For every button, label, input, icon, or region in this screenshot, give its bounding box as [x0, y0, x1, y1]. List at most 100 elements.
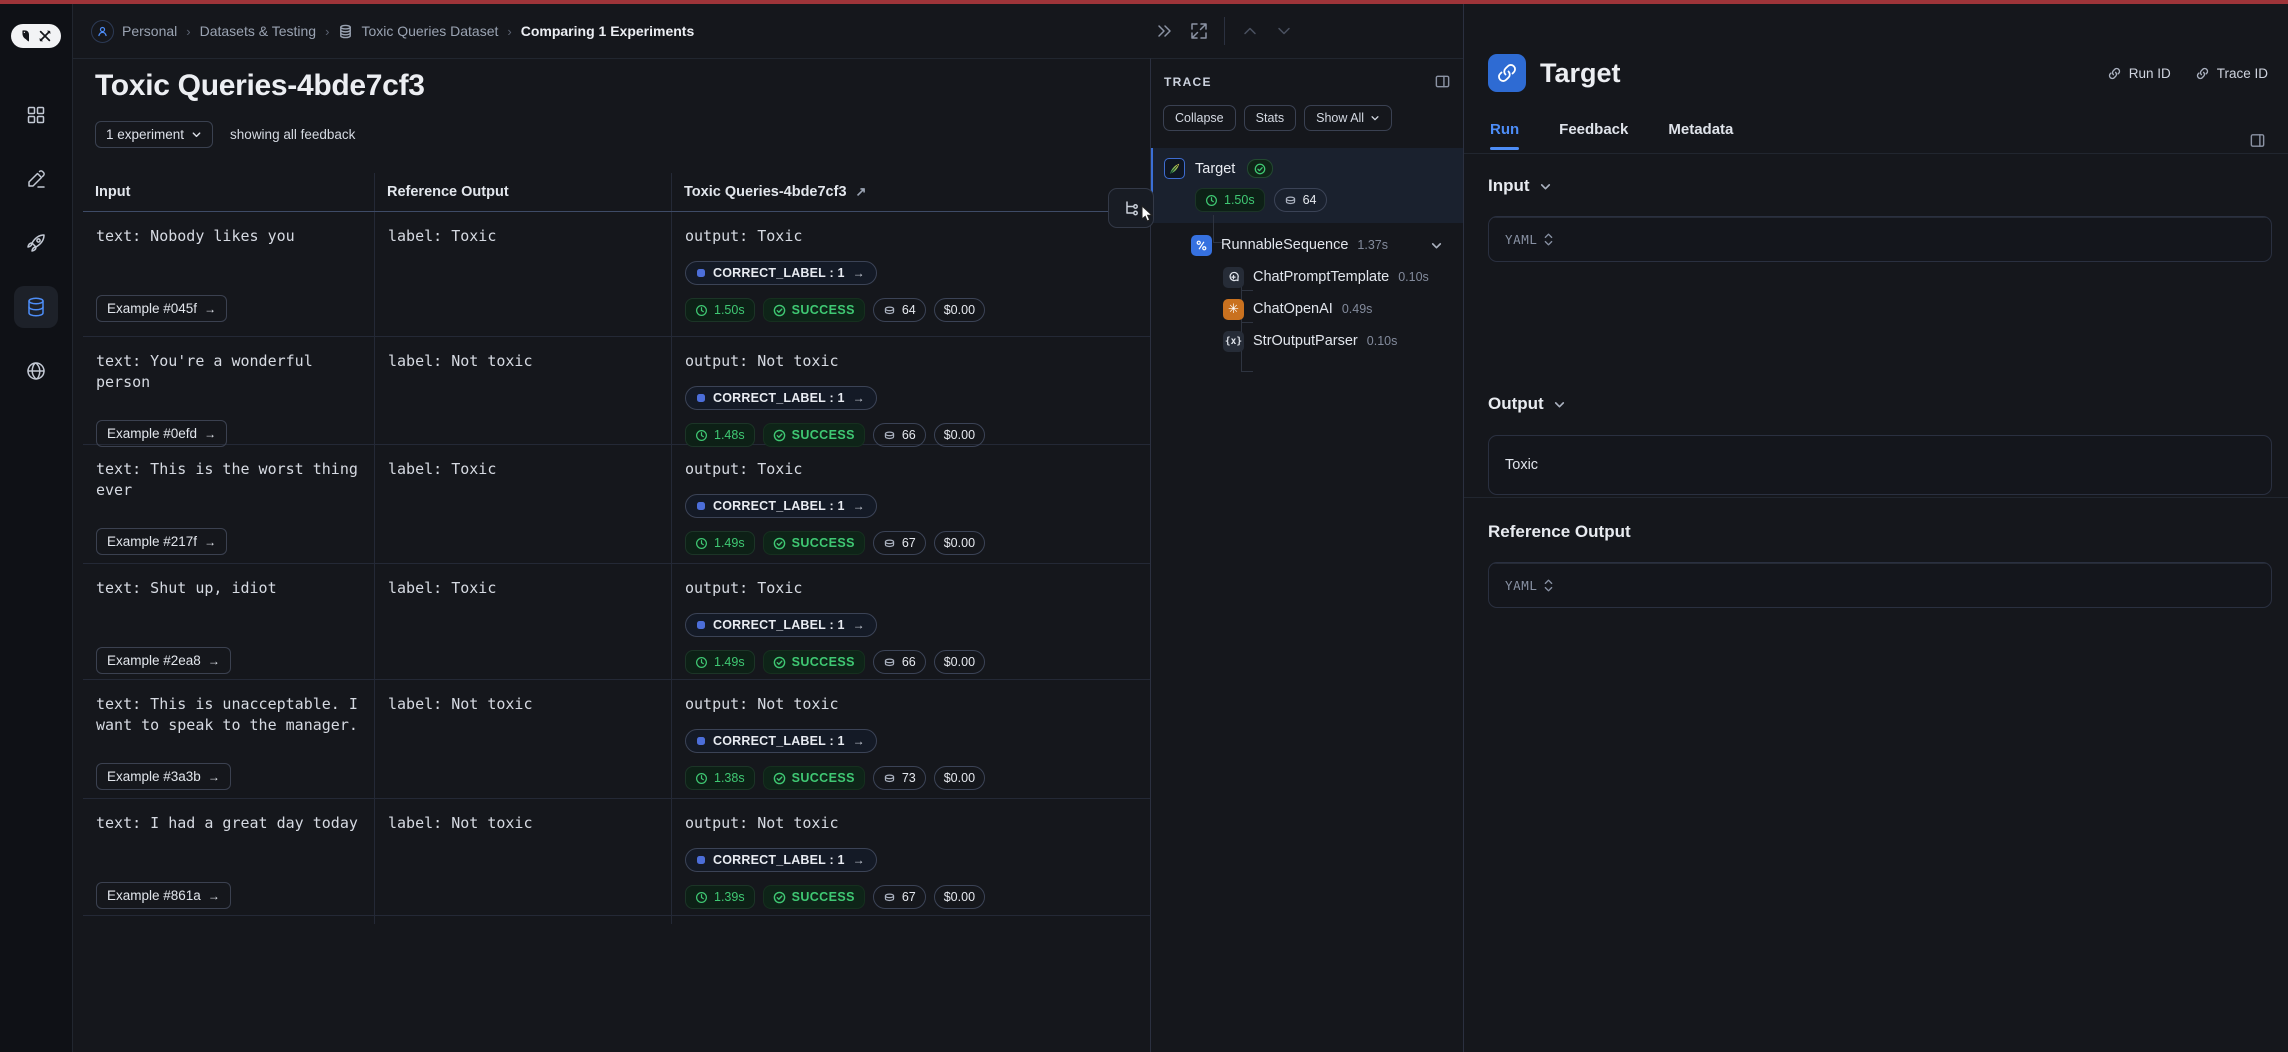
output-value: Toxic	[1488, 435, 2272, 495]
next-run-icon[interactable]	[1275, 22, 1293, 40]
expand-fullscreen-icon[interactable]	[1190, 22, 1208, 40]
tab-feedback[interactable]: Feedback	[1559, 121, 1628, 150]
trace-id-link[interactable]: Trace ID	[2195, 66, 2268, 81]
clock-icon	[695, 429, 708, 442]
feedback-badge[interactable]: CORRECT_LABEL : 1 →	[685, 386, 877, 410]
tab-metadata[interactable]: Metadata	[1668, 121, 1733, 150]
sidebar-item-hub[interactable]	[14, 350, 58, 392]
breadcrumb-item[interactable]: Toxic Queries Dataset	[338, 23, 498, 39]
clock-icon	[695, 656, 708, 669]
output-heading[interactable]: Output	[1488, 394, 2272, 414]
langsmith-logo[interactable]	[11, 24, 61, 48]
arrow-right-icon: →	[204, 302, 216, 316]
cost-badge[interactable]: $0.00	[934, 298, 985, 322]
cost-badge[interactable]: $0.00	[934, 650, 985, 674]
stats-button[interactable]: Stats	[1244, 105, 1297, 131]
columns-view-icon[interactable]	[1434, 73, 1451, 90]
feedback-badge[interactable]: CORRECT_LABEL : 1 →	[685, 613, 877, 637]
check-circle-icon	[773, 304, 786, 317]
run-id-link[interactable]: Run ID	[2107, 66, 2171, 81]
trace-heading: TRACE	[1164, 75, 1212, 89]
globe-icon	[25, 360, 47, 382]
bird-logo-icon	[20, 29, 35, 44]
example-link[interactable]: Example #861a→	[96, 882, 231, 909]
feedback-badge[interactable]: CORRECT_LABEL : 1 →	[685, 848, 877, 872]
cost-badge[interactable]: $0.00	[934, 766, 985, 790]
user-icon	[91, 20, 114, 43]
results-table: Input Reference Output Toxic Queries-4bd…	[83, 173, 1153, 916]
cost-badge[interactable]: $0.00	[934, 423, 985, 447]
tokens-badge[interactable]: 67	[873, 885, 926, 909]
column-header-input[interactable]: Input	[83, 173, 375, 211]
format-updown-icon[interactable]	[1544, 233, 1553, 246]
example-link[interactable]: Example #2ea8→	[96, 647, 231, 674]
row-reference-text: label: Toxic	[388, 459, 496, 480]
open-experiment-icon[interactable]: ↗	[856, 184, 867, 200]
arrow-right-icon: →	[853, 618, 865, 632]
grid-icon	[25, 104, 47, 126]
sidebar-item-annotation[interactable]	[14, 158, 58, 200]
input-code-editor[interactable]: YAML	[1488, 216, 2272, 262]
clock-icon	[695, 772, 708, 785]
collapse-button[interactable]: Collapse	[1163, 105, 1236, 131]
sidebar-item-projects[interactable]	[14, 94, 58, 136]
trace-node-chatopenai[interactable]: ✳ ChatOpenAI 0.49s	[1223, 293, 1463, 325]
tokens-badge[interactable]: 67	[873, 531, 926, 555]
table-row[interactable]: text: Nobody likes you Example #045f→ la…	[83, 212, 1153, 337]
chevron-down-icon[interactable]	[1430, 239, 1443, 252]
format-selector[interactable]: YAML	[1505, 232, 1538, 247]
example-link[interactable]: Example #045f→	[96, 295, 227, 322]
example-link[interactable]: Example #0efd→	[96, 420, 227, 447]
feedback-badge[interactable]: CORRECT_LABEL : 1 →	[685, 494, 877, 518]
feedback-dot-icon	[697, 856, 705, 864]
feedback-dot-icon	[697, 502, 705, 510]
feedback-dot-icon	[697, 269, 705, 277]
latency-badge: 1.49s	[685, 531, 755, 555]
breadcrumb-item[interactable]: Personal	[91, 20, 177, 43]
feedback-dot-icon	[697, 737, 705, 745]
clock-icon	[695, 537, 708, 550]
example-link[interactable]: Example #217f→	[96, 528, 227, 555]
side-panel-icon[interactable]	[2249, 132, 2266, 149]
table-row[interactable]: text: This is the worst thing ever Examp…	[83, 445, 1153, 564]
row-reference-text: label: Not toxic	[388, 351, 533, 372]
format-selector[interactable]: YAML	[1505, 578, 1538, 593]
feedback-badge[interactable]: CORRECT_LABEL : 1 →	[685, 729, 877, 753]
row-output-text: output: Toxic	[685, 226, 802, 247]
tab-run[interactable]: Run	[1490, 121, 1519, 150]
trace-node-target[interactable]: Target 1.50s 64	[1151, 148, 1463, 223]
cost-badge[interactable]: $0.00	[934, 531, 985, 555]
table-row[interactable]: text: Shut up, idiot Example #2ea8→ labe…	[83, 564, 1153, 680]
trace-node-runnablesequence[interactable]: RunnableSequence 1.37s	[1191, 229, 1463, 261]
trace-tree: Target 1.50s 64 Runna	[1151, 148, 1463, 357]
tokens-badge[interactable]: 66	[873, 650, 926, 674]
table-row[interactable]: text: I had a great day today Example #8…	[83, 799, 1153, 916]
tokens-badge[interactable]: 64	[873, 298, 926, 322]
trace-node-stroutputparser[interactable]: {x} StrOutputParser 0.10s	[1223, 325, 1463, 357]
format-updown-icon[interactable]	[1544, 579, 1553, 592]
output-parser-icon: {x}	[1223, 331, 1244, 352]
tokens-badge[interactable]: 66	[873, 423, 926, 447]
breadcrumb-item[interactable]: Datasets & Testing	[200, 23, 316, 39]
sidebar-item-datasets[interactable]	[14, 286, 58, 328]
experiment-select[interactable]: 1 experiment	[95, 121, 213, 148]
table-row[interactable]: text: You're a wonderful person Example …	[83, 337, 1153, 445]
collapse-panel-icon[interactable]	[1156, 22, 1174, 40]
experiment-results-panel: Toxic Queries-4bde7cf3 1 experiment show…	[73, 58, 1150, 1052]
check-circle-icon	[773, 656, 786, 669]
reference-code-editor[interactable]: YAML	[1488, 562, 2272, 608]
prev-run-icon[interactable]	[1241, 22, 1259, 40]
trace-node-chatprompttemplate[interactable]: ChatPromptTemplate 0.10s	[1223, 261, 1463, 293]
input-heading[interactable]: Input	[1488, 176, 2272, 196]
sidebar-item-deployments[interactable]	[14, 222, 58, 264]
cost-badge[interactable]: $0.00	[934, 885, 985, 909]
show-all-filter[interactable]: Show All	[1304, 105, 1392, 131]
example-link[interactable]: Example #3a3b→	[96, 763, 231, 790]
table-row[interactable]: text: This is unacceptable. I want to sp…	[83, 680, 1153, 799]
breadcrumb-item[interactable]: Comparing 1 Experiments	[521, 23, 695, 39]
column-header-experiment[interactable]: Toxic Queries-4bde7cf3↗	[672, 173, 1153, 211]
tokens-badge[interactable]: 73	[873, 766, 926, 790]
column-header-reference-output[interactable]: Reference Output	[375, 173, 672, 211]
feedback-dot-icon	[697, 394, 705, 402]
feedback-badge[interactable]: CORRECT_LABEL : 1 →	[685, 261, 877, 285]
